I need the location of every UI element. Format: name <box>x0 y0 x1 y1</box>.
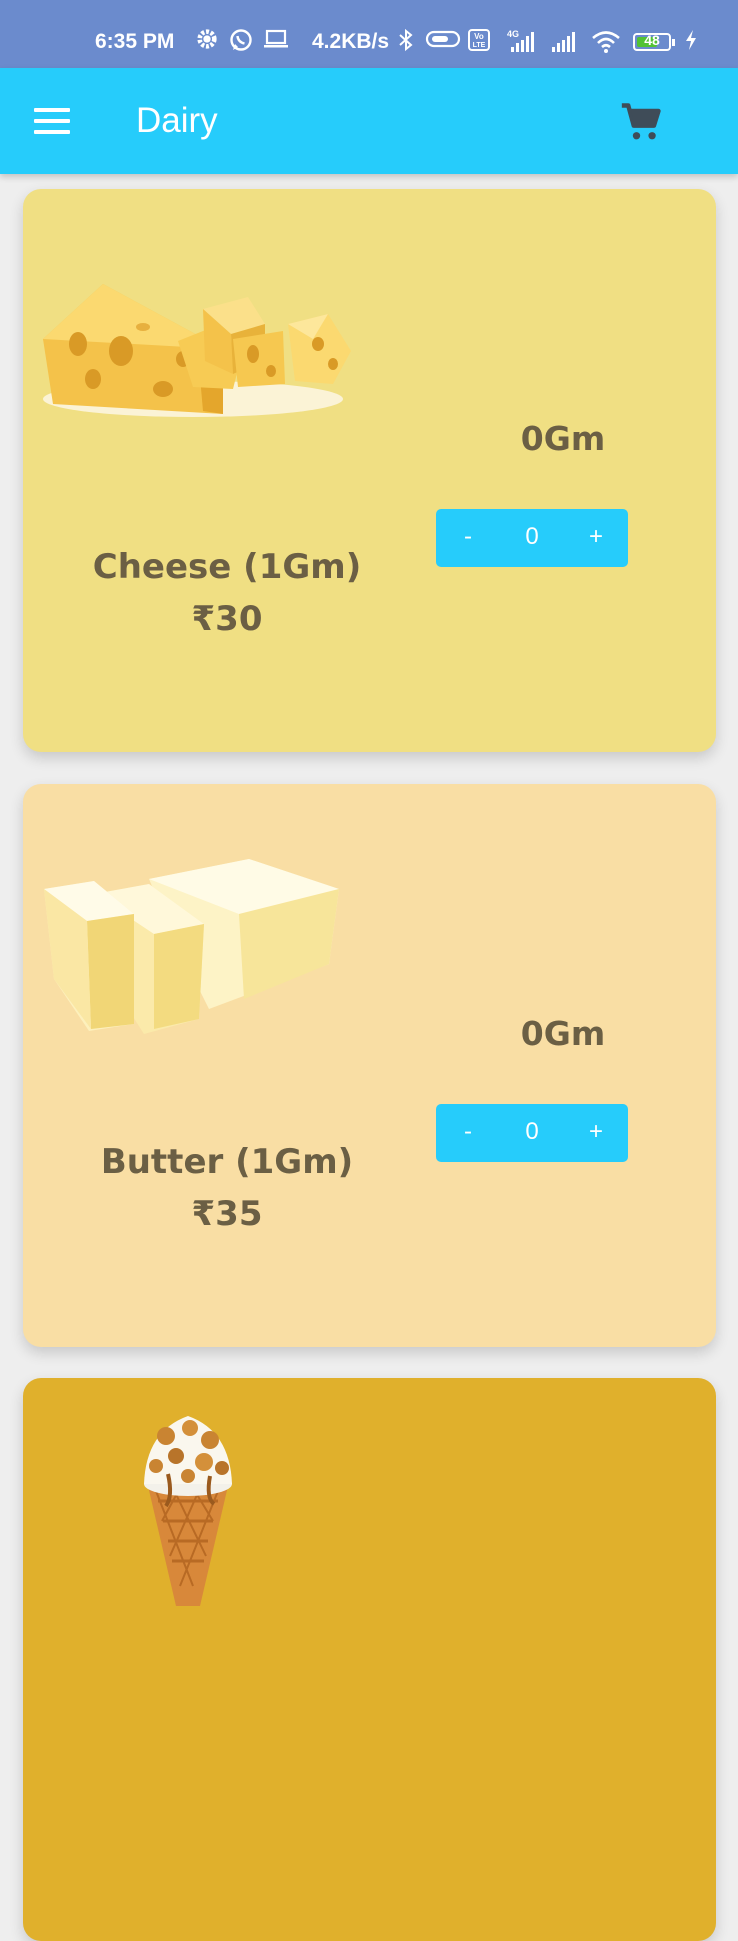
decrement-button[interactable]: - <box>436 1104 500 1162</box>
status-bar: 6:35 PM 4.2KB/s Vo LTE 4G 48 <box>0 0 738 68</box>
charging-icon <box>686 30 696 50</box>
increment-button[interactable]: + <box>564 1104 628 1162</box>
toggle-icon <box>425 30 461 48</box>
product-name: Cheese (1Gm) <box>92 547 362 587</box>
svg-text:LTE: LTE <box>473 42 486 49</box>
volte-icon: Vo LTE <box>468 29 490 51</box>
product-name: Butter (1Gm) <box>100 1142 354 1182</box>
quantity-stepper: - 0 + <box>436 1104 628 1162</box>
quantity-value: 0 <box>525 523 539 550</box>
bluetooth-icon <box>399 28 413 52</box>
network-speed: 4.2KB/s <box>312 30 390 53</box>
increment-button[interactable]: + <box>564 509 628 567</box>
battery-level: 48 <box>644 32 660 48</box>
product-card-butter: Butter (1Gm) ₹35 0Gm - 0 + <box>23 784 716 1347</box>
product-card-ice-cream <box>23 1378 716 1941</box>
shopping-cart-icon[interactable] <box>620 100 664 144</box>
wifi-icon <box>592 31 620 53</box>
cheese-image <box>43 284 351 417</box>
whatsapp-icon <box>230 29 252 51</box>
decrement-button[interactable]: - <box>436 509 500 567</box>
quantity-total: 0Gm <box>520 419 606 458</box>
quantity-value: 0 <box>525 1118 539 1145</box>
product-price: ₹35 <box>191 1194 263 1234</box>
app-bar: Dairy <box>0 68 738 174</box>
laptop-icon <box>264 29 288 48</box>
battery-icon: 48 <box>633 32 675 51</box>
svg-text:4G: 4G <box>507 29 519 39</box>
quantity-total: 0Gm <box>520 1014 606 1053</box>
product-price: ₹30 <box>191 599 263 639</box>
gear-icon <box>197 29 217 49</box>
signal-icon: 4G <box>507 29 534 52</box>
hamburger-menu-icon[interactable] <box>34 108 70 134</box>
butter-image <box>44 859 339 1034</box>
signal-icon <box>552 32 575 52</box>
svg-text:Vo: Vo <box>474 32 484 41</box>
page-title: Dairy <box>136 101 218 140</box>
status-time: 6:35 PM <box>95 30 175 53</box>
product-card-cheese: Cheese (1Gm) ₹30 0Gm - 0 + <box>23 189 716 752</box>
quantity-stepper: - 0 + <box>436 509 628 567</box>
ice-cream-cone-image <box>144 1416 232 1606</box>
